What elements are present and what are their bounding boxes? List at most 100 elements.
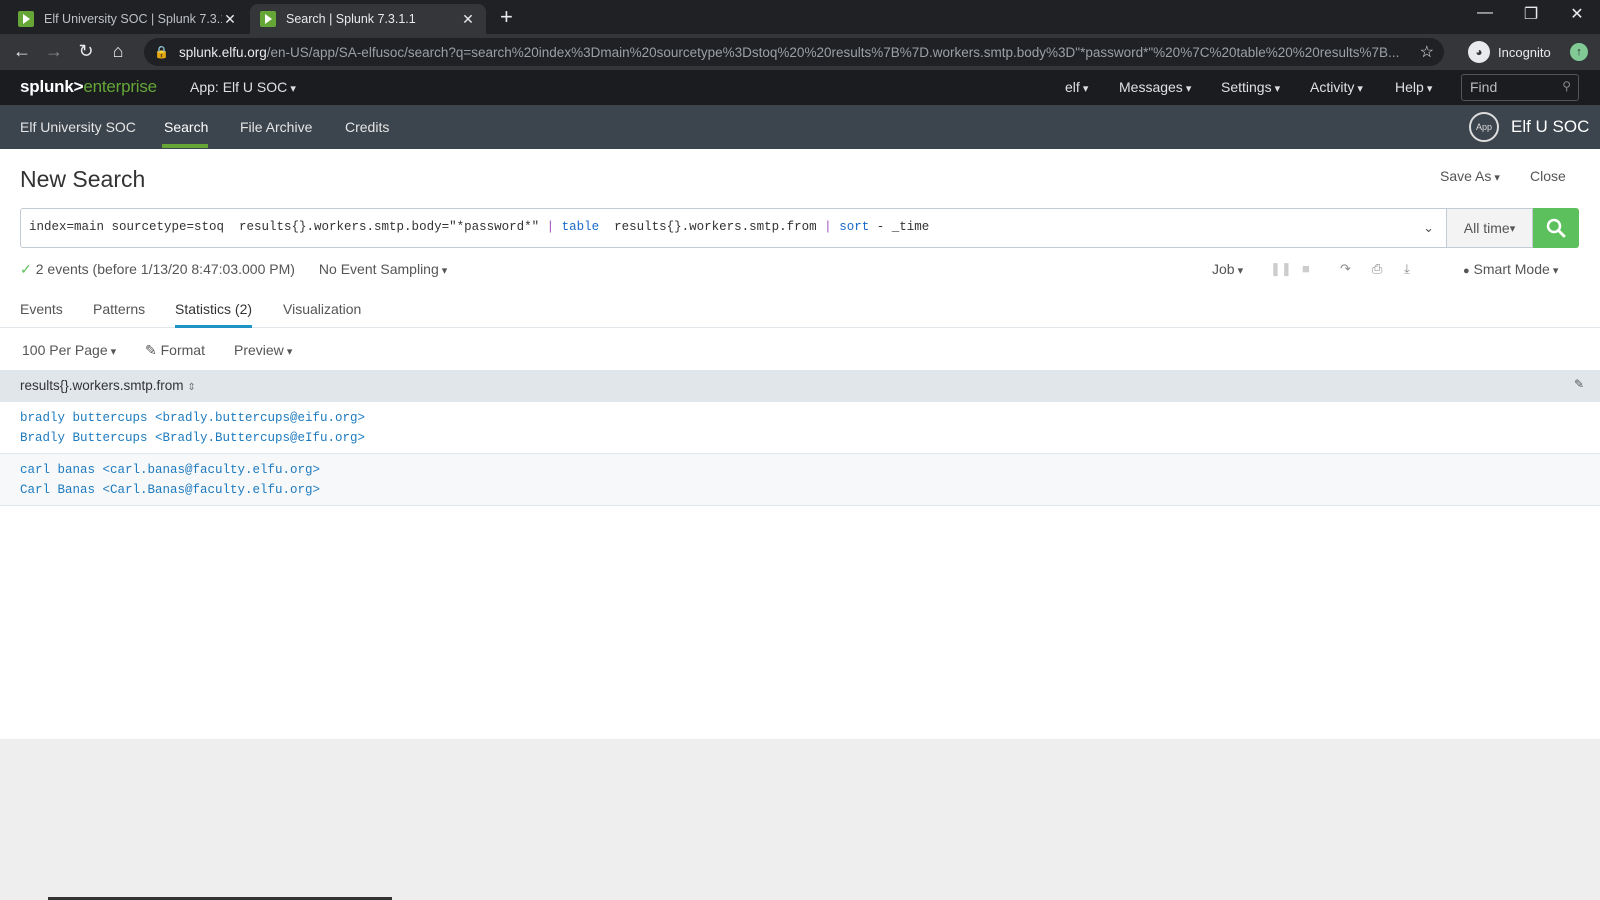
table-cell-value[interactable]: Carl Banas <Carl.Banas@faculty.elfu.org>: [20, 483, 320, 497]
table-row: carl banas <carl.banas@faculty.elfu.org>…: [0, 454, 1600, 506]
url-host: splunk.elfu.org: [178, 44, 267, 60]
incognito-icon: ◕: [1468, 41, 1490, 63]
event-count: 2 events (before 1/13/20 8:47:03.000 PM): [35, 261, 295, 277]
page-title: New Search: [20, 166, 146, 192]
app-name: Elf U SOC: [1511, 117, 1590, 136]
close-tab-icon[interactable]: ✕: [460, 11, 476, 28]
stop-icon[interactable]: ■: [1302, 261, 1310, 276]
browser-tab-strip: Elf University SOC | Splunk 7.3.1.1 ✕ Se…: [0, 0, 1600, 34]
bookmark-star-icon[interactable]: ☆: [1420, 42, 1434, 62]
search-icon: ⚲: [1562, 79, 1571, 93]
app-nav-bar: Elf University SOC Search File Archive C…: [0, 105, 1600, 149]
result-tab-active-indicator: [175, 325, 252, 328]
event-sampling-menu[interactable]: No Event Sampling: [319, 261, 447, 278]
tab-events[interactable]: Events: [20, 301, 63, 317]
address-bar[interactable]: 🔒 splunk.elfu.org /en-US/app/SA-elfusoc/…: [144, 38, 1444, 66]
url-path: /en-US/app/SA-elfusoc/search?q=search%20…: [266, 44, 1400, 60]
browser-tab-soc[interactable]: Elf University SOC | Splunk 7.3.1.1 ✕: [8, 4, 248, 34]
page-footer-area: [0, 739, 1600, 900]
sort-icon: ⇕: [187, 382, 196, 393]
app-label: App Elf U SOC: [1469, 112, 1589, 142]
format-label: Format: [160, 342, 205, 358]
search-icon: [1546, 218, 1566, 238]
per-page-menu[interactable]: 100 Per Page: [22, 342, 116, 358]
tab-visualization[interactable]: Visualization: [283, 301, 361, 317]
print-icon[interactable]: ⎙: [1372, 261, 1382, 277]
close-tab-icon[interactable]: ✕: [222, 11, 238, 28]
incognito-label: Incognito: [1498, 44, 1551, 60]
home-icon[interactable]: ⌂: [106, 41, 130, 62]
share-icon[interactable]: ↷: [1340, 261, 1351, 277]
table-cell-value[interactable]: Bradly Buttercups <Bradly.Buttercups@eIf…: [20, 431, 365, 445]
search-status: ✓ 2 events (before 1/13/20 8:47:03.000 P…: [20, 261, 447, 278]
browser-toolbar: ← → ↻ ⌂ 🔒 splunk.elfu.org /en-US/app/SA-…: [0, 34, 1600, 70]
find-input[interactable]: Find ⚲: [1461, 74, 1579, 101]
search-main-panel: New Search Save As Close index=main sour…: [0, 149, 1600, 739]
back-icon[interactable]: ←: [10, 41, 34, 62]
update-icon[interactable]: ↑: [1570, 43, 1588, 61]
restore-icon[interactable]: ❐: [1508, 4, 1554, 24]
search-mode-menu[interactable]: ● Smart Mode: [1463, 261, 1558, 277]
app-badge-icon: App: [1469, 112, 1499, 142]
close-button[interactable]: Close: [1530, 168, 1566, 184]
lock-icon: 🔒: [154, 45, 169, 59]
browser-tab-title: Search | Splunk 7.3.1.1: [286, 12, 416, 26]
format-button[interactable]: ✎ Format: [145, 342, 205, 359]
query-part: results{}.workers.smtp.from: [606, 220, 825, 234]
export-icon[interactable]: ⤓: [1404, 261, 1410, 277]
nav-credits[interactable]: Credits: [345, 119, 389, 135]
logo-splunk-text: splunk>: [20, 77, 84, 96]
tab-patterns[interactable]: Patterns: [93, 301, 145, 317]
table-cell-value[interactable]: carl banas <carl.banas@faculty.elfu.org>: [20, 463, 320, 477]
help-menu[interactable]: Help: [1395, 79, 1432, 95]
browser-tab-search[interactable]: Search | Splunk 7.3.1.1 ✕: [250, 4, 486, 34]
messages-menu[interactable]: Messages: [1119, 79, 1191, 95]
nav-active-indicator: [162, 144, 208, 148]
time-range-picker[interactable]: All time: [1447, 208, 1533, 248]
query-part: - _time: [869, 220, 930, 234]
column-header[interactable]: results{}.workers.smtp.from ⇕: [20, 378, 196, 393]
reload-icon[interactable]: ↻: [74, 41, 98, 62]
splunk-favicon-icon: [18, 11, 34, 27]
logo-enterprise-text: enterprise: [83, 77, 157, 96]
query-part: index=main sourcetype=stoq results{}.wor…: [29, 220, 547, 234]
query-keyword-sort: sort: [831, 220, 870, 234]
edit-column-icon[interactable]: ✎: [1574, 377, 1584, 391]
query-pipe: |: [824, 220, 832, 234]
forward-icon[interactable]: →: [42, 41, 66, 62]
app-menu[interactable]: App: Elf U SOC: [190, 79, 296, 95]
search-mode-label: Smart Mode: [1473, 261, 1550, 277]
search-history-chevron-icon[interactable]: ⌄: [1423, 220, 1434, 236]
save-as-menu[interactable]: Save As: [1440, 168, 1500, 184]
splunk-favicon-icon: [260, 11, 276, 27]
pencil-icon: ✎: [145, 342, 157, 358]
column-header-label: results{}.workers.smtp.from: [20, 378, 184, 393]
run-search-button[interactable]: [1533, 208, 1579, 248]
query-keyword-table: table: [554, 220, 607, 234]
nav-elf-university-soc[interactable]: Elf University SOC: [20, 119, 136, 135]
tab-statistics[interactable]: Statistics (2): [175, 301, 252, 317]
find-placeholder: Find: [1470, 79, 1498, 95]
pause-icon[interactable]: ❚❚: [1270, 261, 1292, 277]
activity-menu[interactable]: Activity: [1310, 79, 1363, 95]
job-menu[interactable]: Job: [1212, 261, 1243, 277]
preview-menu[interactable]: Preview: [234, 342, 292, 358]
search-query-input[interactable]: index=main sourcetype=stoq results{}.wor…: [20, 208, 1447, 248]
incognito-profile[interactable]: ◕ Incognito: [1468, 41, 1551, 63]
window-close-icon[interactable]: ✕: [1554, 4, 1600, 24]
minimize-icon[interactable]: —: [1462, 4, 1508, 22]
settings-menu[interactable]: Settings: [1221, 79, 1280, 95]
splunk-top-bar: splunk>enterprise App: Elf U SOC elf Mes…: [0, 70, 1600, 105]
new-tab-icon[interactable]: +: [500, 6, 513, 28]
nav-file-archive[interactable]: File Archive: [240, 119, 312, 135]
browser-tab-title: Elf University SOC | Splunk 7.3.1.1: [44, 12, 222, 26]
table-header: results{}.workers.smtp.from ⇕ ✎: [0, 370, 1600, 402]
user-menu[interactable]: elf: [1065, 79, 1088, 95]
nav-search[interactable]: Search: [164, 119, 208, 135]
bulb-icon: ●: [1463, 265, 1470, 277]
table-cell-value[interactable]: bradly buttercups <bradly.buttercups@eif…: [20, 411, 365, 425]
result-tabs: Events Patterns Statistics (2) Visualiza…: [0, 289, 1600, 328]
table-row: bradly buttercups <bradly.buttercups@eif…: [0, 402, 1600, 454]
check-icon: ✓: [20, 261, 32, 277]
splunk-logo[interactable]: splunk>enterprise: [20, 77, 157, 97]
